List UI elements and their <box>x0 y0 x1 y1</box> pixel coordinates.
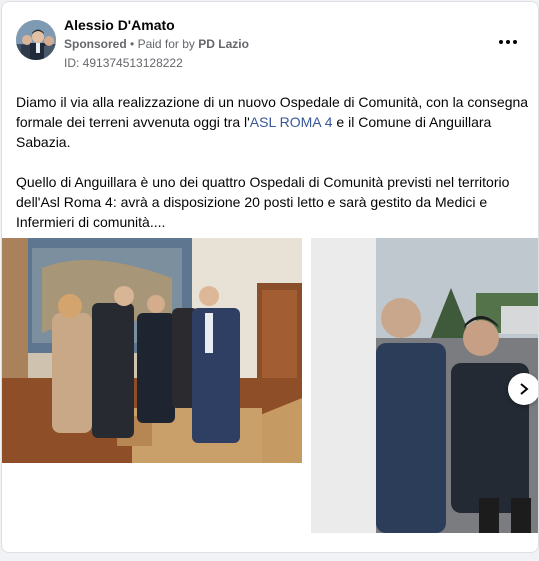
chevron-right-icon[interactable] <box>508 373 538 405</box>
meta-separator: • <box>130 37 135 51</box>
ad-id: ID: 491374513128222 <box>64 56 183 70</box>
paid-for-by-label: Paid for by <box>137 37 195 51</box>
avatar[interactable] <box>16 20 56 60</box>
sponsored-label: Sponsored <box>64 37 127 51</box>
ad-post-card: Alessio D'Amato Sponsored • Paid for by … <box>1 1 539 553</box>
author-name[interactable]: Alessio D'Amato <box>64 17 175 33</box>
post-meta: Sponsored • Paid for by PD Lazio <box>64 37 249 51</box>
payer-name[interactable]: PD Lazio <box>198 37 249 51</box>
post-paragraph-1: Diamo il via alla realizzazione di un nu… <box>16 94 529 150</box>
post-text: Diamo il via alla realizzazione di un nu… <box>16 92 531 232</box>
more-options-icon[interactable] <box>494 32 522 52</box>
carousel-image-2[interactable] <box>311 238 538 533</box>
carousel-image-1[interactable] <box>2 238 302 463</box>
post-paragraph-2: Quello di Anguillara è uno dei quattro O… <box>16 174 510 230</box>
asl-roma-4-link[interactable]: ASL ROMA 4 <box>250 114 333 130</box>
